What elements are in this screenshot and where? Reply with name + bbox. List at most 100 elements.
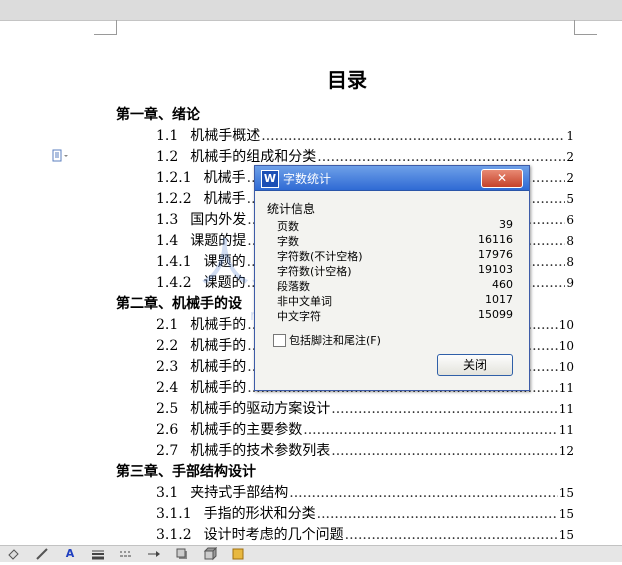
margin-corner-right (574, 20, 597, 35)
toc-leader-dots: ........................................… (316, 506, 558, 522)
clip-art-icon[interactable] (228, 547, 248, 561)
toc-page-number: 10 (558, 360, 574, 374)
word-count-dialog: W 字数统计 ✕ 统计信息 页数 39 字数 16116 字符数(不计空格) 17976 字… (254, 165, 530, 391)
shadow-icon[interactable] (172, 547, 192, 561)
stat-row: 中文字符 15099 (277, 308, 513, 323)
toc-entry[interactable]: 2.6 机械手的主要参数.............................… (156, 420, 574, 440)
dialog-title: 字数统计 (283, 172, 332, 186)
toc-number: 1.2.1 (156, 170, 192, 186)
close-button[interactable]: ✕ (481, 169, 523, 188)
toc-number: 2.3 (156, 359, 179, 375)
toc-title: 机械手的 (190, 338, 247, 354)
toc-entry[interactable]: 1.1 机械手概述................................… (156, 126, 574, 146)
toc-entry[interactable]: 1.2 机械手的组成和分类............................… (156, 147, 574, 167)
stat-label: 字符数(计空格) (277, 265, 352, 278)
toc-number: 3.1.2 (156, 527, 192, 543)
toc-number: 2.1 (156, 317, 179, 333)
dialog-body: 统计信息 页数 39 字数 16116 字符数(不计空格) 17976 字符数(计空格) 19… (261, 194, 523, 384)
toc-title: 机械手的驱动方案设计 (190, 401, 331, 417)
toc-number: 1.4.2 (156, 275, 192, 291)
top-ruler-bar (0, 0, 622, 21)
close-dialog-button[interactable]: 关闭 (437, 354, 513, 376)
toc-number: 2.2 (156, 338, 179, 354)
font-color-icon[interactable]: A (60, 547, 80, 561)
toc-number: 第一章、绪论 (116, 107, 200, 123)
toc-leader-dots: ........................................… (261, 128, 565, 144)
document-options-icon[interactable] (52, 148, 70, 162)
stat-label: 段落数 (277, 280, 310, 293)
toc-entry[interactable]: 2.7 机械手的技术参数列表...........................… (156, 441, 574, 461)
toc-page-number: 15 (558, 528, 574, 542)
stat-value: 15099 (478, 308, 513, 321)
stat-row: 字符数(不计空格) 17976 (277, 248, 513, 263)
3d-icon[interactable] (200, 546, 220, 561)
toc-title: 机械手 (203, 170, 246, 186)
toc-page-number: 2 (566, 171, 574, 185)
line-style-icon[interactable] (88, 547, 108, 561)
stat-label: 页数 (277, 220, 299, 233)
toc-title: 机械手的 (190, 317, 247, 333)
toc-page-number: 10 (558, 339, 574, 353)
stat-row: 字符数(计空格) 19103 (277, 263, 513, 278)
stat-value: 19103 (478, 263, 513, 276)
stat-row: 页数 39 (277, 218, 513, 233)
include-footnotes-checkbox[interactable] (273, 334, 286, 347)
toc-number: 1.2.2 (156, 191, 192, 207)
toc-entry[interactable]: 3.1 夹持式手部结构..............................… (156, 483, 574, 503)
stat-row: 非中文单词 1017 (277, 293, 513, 308)
stat-label: 非中文单词 (277, 295, 332, 308)
margin-corner-left (94, 20, 117, 35)
toc-title: 机械手的技术参数列表 (190, 443, 331, 459)
toc-number: 2.7 (156, 443, 179, 459)
toc-chapter-heading[interactable]: 第三章、手部结构设计 (116, 462, 574, 482)
toc-page-number: 15 (558, 486, 574, 500)
toc-entry[interactable]: 3.1.2 设计时考虑的几个问题.........................… (156, 525, 574, 545)
toc-title: 机械手概述 (190, 128, 261, 144)
toc-number: 1.3 (156, 212, 179, 228)
wps-app-icon: W (261, 170, 279, 188)
toc-number: 1.1 (156, 128, 179, 144)
drawing-toolbar: A (0, 545, 622, 562)
toc-title: 设计时考虑的几个问题 (203, 527, 344, 543)
toc-page-number: 9 (566, 276, 574, 290)
toc-title: 国内外发 (190, 212, 247, 228)
stat-value: 460 (492, 278, 513, 291)
dash-style-icon[interactable] (116, 547, 136, 561)
toc-title: 机械手的 (190, 380, 247, 396)
toc-number: 3.1 (156, 485, 179, 501)
toc-number: 2.6 (156, 422, 179, 438)
toc-title: 课题的 (203, 275, 246, 291)
stats-group-label: 统计信息 (267, 202, 316, 216)
stat-value: 1017 (485, 293, 513, 306)
arrow-style-icon[interactable] (144, 547, 164, 561)
toc-page-number: 11 (558, 381, 574, 395)
toc-entry[interactable]: 3.1.1 手指的形状和分类...........................… (156, 504, 574, 524)
toc-title: 手指的形状和分类 (203, 506, 316, 522)
toc-title: 夹持式手部结构 (190, 485, 289, 501)
stat-label: 中文字符 (277, 310, 321, 323)
toc-chapter-heading[interactable]: 第一章、绪论 (116, 105, 574, 125)
toc-leader-dots: ........................................… (303, 422, 558, 438)
toc-leader-dots: ........................................… (289, 485, 557, 501)
toc-page-number: 11 (558, 402, 574, 416)
toc-title: 机械手的 (190, 359, 247, 375)
page-title: 目录 (327, 68, 367, 92)
toc-page-number: 8 (566, 255, 574, 269)
toc-page-number: 10 (558, 318, 574, 332)
toc-title: 课题的 (203, 254, 246, 270)
paint-bucket-icon[interactable] (4, 547, 24, 561)
toc-number: 1.4 (156, 233, 179, 249)
toc-title: 课题的提 (190, 233, 247, 249)
toc-leader-dots: ........................................… (344, 527, 558, 543)
dialog-titlebar[interactable]: W 字数统计 ✕ (255, 166, 529, 191)
toc-leader-dots: ........................................… (331, 401, 557, 417)
include-footnotes-label[interactable]: 包括脚注和尾注(F) (289, 332, 381, 348)
toc-page-number: 1 (566, 129, 574, 143)
pen-icon[interactable] (32, 547, 52, 561)
toc-entry[interactable]: 2.5 机械手的驱动方案设计...........................… (156, 399, 574, 419)
stat-row: 段落数 460 (277, 278, 513, 293)
toc-page-number: 8 (566, 234, 574, 248)
toc-page-number: 5 (566, 192, 574, 206)
toc-number: 第二章、机械手的设 (116, 296, 242, 312)
stat-row: 字数 16116 (277, 233, 513, 248)
